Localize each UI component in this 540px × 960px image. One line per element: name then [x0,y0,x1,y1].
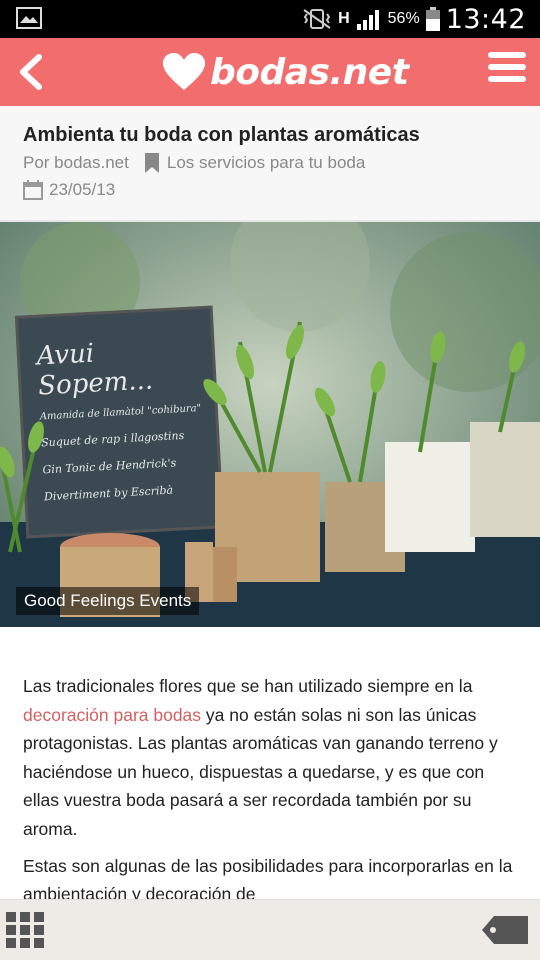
article-title: Ambienta tu boda con plantas aromáticas [23,124,420,146]
hero-image[interactable]: Avui Sopem... Amanida de llamàtol "cohib… [0,222,540,627]
network-type: H [338,10,350,27]
article-date-row: 23/05/13 [23,180,115,200]
back-button[interactable] [10,48,50,96]
clock: 13:42 [445,3,526,35]
signal-icon [356,10,379,30]
tag-button[interactable] [482,916,528,944]
grid-icon [6,912,44,948]
sign-line: Suquet de rap i llagostins [40,428,185,450]
paragraph: Las tradicionales flores que se han util… [23,676,498,839]
logo-text: bodas.net [210,51,409,93]
article-date: 23/05/13 [49,180,116,199]
sign-line: Avui Sopem... [35,338,154,402]
menu-button[interactable] [488,52,526,90]
article-meta: Por bodas.net Los servicios para tu boda [23,153,365,173]
sign-line: Gin Tonic de Hendrick's [42,456,177,477]
link-decoracion[interactable]: decoración para bodas [23,705,201,725]
bodas-logo[interactable]: bodas.net [162,44,409,100]
article-header: Ambienta tu boda con plantas aromáticas … [0,106,540,222]
calendar-icon [23,180,43,200]
battery-icon [425,7,440,31]
sign-line: Amanida de llamàtol "cohibura" [39,403,202,423]
article-author[interactable]: Por bodas.net [23,153,129,173]
menu-bar [488,52,526,58]
status-bar: H 56% 13:42 [0,0,540,38]
heart-icon [163,53,205,90]
chevron-left-icon [20,54,42,90]
article-category[interactable]: Los servicios para tu boda [167,153,365,173]
battery-percent: 56% [387,10,420,27]
grid-menu-button[interactable] [6,912,44,948]
chalkboard-sign: Avui Sopem... Amanida de llamàtol "cohib… [36,333,214,504]
menu-bar [488,64,526,70]
bottom-bar [0,899,540,960]
app-bar: bodas.net [0,38,540,106]
article-body: Las tradicionales flores que se han util… [23,672,517,917]
gallery-notification-icon [16,7,42,29]
menu-bar [488,76,526,82]
bookmark-icon [144,153,159,173]
tag-icon [482,916,528,944]
vibrate-icon [303,9,331,29]
photo-credit: Good Feelings Events [16,587,200,615]
